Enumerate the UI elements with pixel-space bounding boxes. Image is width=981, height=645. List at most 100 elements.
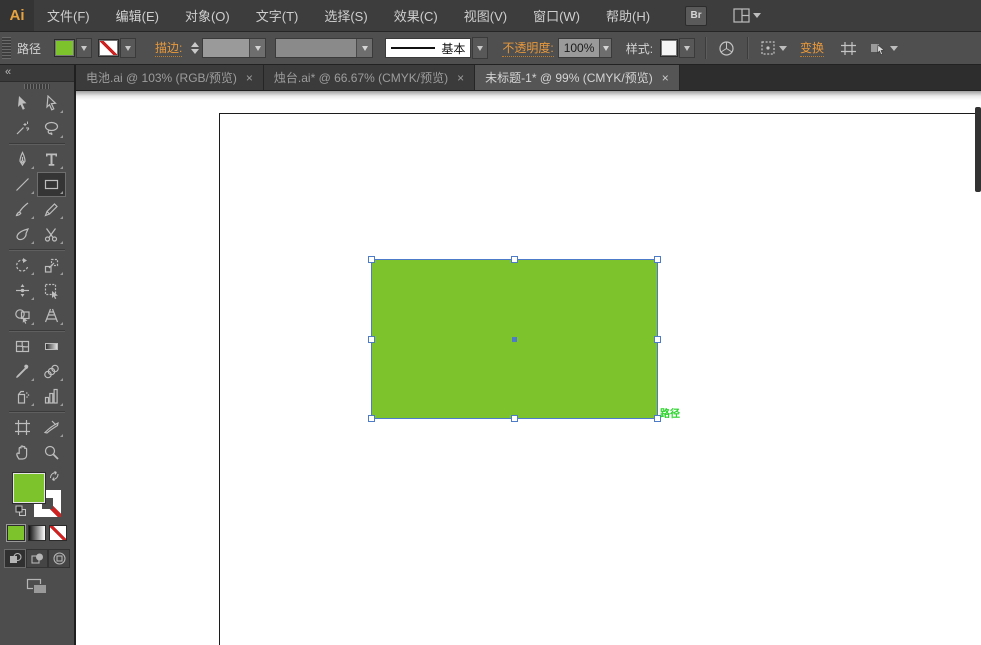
tool-blob-brush[interactable] <box>8 222 37 247</box>
fill-color-swatch[interactable] <box>54 39 75 57</box>
none-button[interactable] <box>49 525 67 541</box>
selected-rectangle[interactable] <box>372 260 657 418</box>
tool-rotate[interactable] <box>8 253 37 278</box>
fill-indicator[interactable] <box>13 473 45 503</box>
tool-blend[interactable] <box>37 359 66 384</box>
stroke-panel-link[interactable]: 描边: <box>155 39 182 57</box>
swap-fill-stroke-icon[interactable] <box>49 471 60 481</box>
bridge-button[interactable]: Br <box>685 6 707 26</box>
panel-collapse-button[interactable]: « <box>0 65 74 82</box>
selection-center-point[interactable] <box>512 337 517 342</box>
screen-mode-button[interactable] <box>0 578 74 595</box>
tool-rectangle[interactable] <box>37 172 66 197</box>
tool-scale[interactable] <box>37 253 66 278</box>
draw-behind-button[interactable] <box>26 549 48 568</box>
tool-paintbrush[interactable] <box>8 197 37 222</box>
width-profile-dropdown[interactable] <box>356 39 372 57</box>
tool-lasso[interactable] <box>37 116 66 141</box>
menu-type[interactable]: 文字(T) <box>243 0 312 31</box>
tool-shape-builder[interactable] <box>8 303 37 328</box>
stroke-weight-combo[interactable] <box>202 38 266 58</box>
tool-free-transform[interactable] <box>37 278 66 303</box>
panel-drag-grip[interactable] <box>0 82 74 91</box>
recolor-artwork-icon[interactable] <box>718 40 735 57</box>
close-icon[interactable]: × <box>246 71 253 85</box>
tool-column-graph[interactable] <box>37 384 66 409</box>
selection-handle-n[interactable] <box>511 256 518 263</box>
tool-perspective-grid[interactable] <box>37 303 66 328</box>
style-control[interactable] <box>660 38 695 58</box>
vertical-scrollbar-thumb[interactable] <box>975 107 981 192</box>
document-tab[interactable]: 电池.ai @ 103% (RGB/预览) × <box>76 65 264 90</box>
style-dropdown[interactable] <box>679 38 695 58</box>
tool-mesh[interactable] <box>8 334 37 359</box>
stepper-up-icon[interactable] <box>191 42 199 47</box>
document-tab[interactable]: 烛台.ai* @ 66.67% (CMYK/预览) × <box>264 65 475 90</box>
menu-help[interactable]: 帮助(H) <box>593 0 663 31</box>
tool-grid <box>0 91 74 465</box>
draw-inside-button[interactable] <box>48 549 70 568</box>
transform-panel-link[interactable]: 变换 <box>800 39 824 57</box>
align-options-icon[interactable] <box>760 40 787 56</box>
menu-bar: Ai 文件(F) 编辑(E) 对象(O) 文字(T) 选择(S) 效果(C) 视… <box>0 0 981 32</box>
tool-artboard[interactable] <box>8 415 37 440</box>
fill-color-control[interactable] <box>54 38 92 58</box>
tool-zoom[interactable] <box>37 440 66 465</box>
stroke-weight-stepper[interactable] <box>191 42 199 54</box>
menu-view[interactable]: 视图(V) <box>451 0 520 31</box>
selection-handle-s[interactable] <box>511 415 518 422</box>
selection-handle-nw[interactable] <box>368 256 375 263</box>
selection-handle-e[interactable] <box>654 336 661 343</box>
tool-eyedropper[interactable] <box>8 359 37 384</box>
selection-handle-w[interactable] <box>368 336 375 343</box>
tool-width[interactable] <box>8 278 37 303</box>
tool-hand[interactable] <box>8 440 37 465</box>
stroke-color-control[interactable] <box>98 38 136 58</box>
menu-edit[interactable]: 编辑(E) <box>103 0 172 31</box>
selection-handle-sw[interactable] <box>368 415 375 422</box>
tool-direct-selection[interactable] <box>37 91 66 116</box>
tool-slice[interactable] <box>37 415 66 440</box>
color-button[interactable] <box>7 525 25 541</box>
menu-window[interactable]: 窗口(W) <box>520 0 593 31</box>
canvas[interactable]: 路径 <box>76 91 981 645</box>
tool-gradient[interactable] <box>37 334 66 359</box>
tool-selection[interactable] <box>8 91 37 116</box>
tool-scissors[interactable] <box>37 222 66 247</box>
brush-definition-combo[interactable]: 基本 <box>385 38 471 58</box>
menu-effect[interactable]: 效果(C) <box>381 0 451 31</box>
close-icon[interactable]: × <box>457 71 464 85</box>
tool-symbol-sprayer[interactable] <box>8 384 37 409</box>
isolate-object-icon[interactable] <box>840 41 857 56</box>
width-profile-combo[interactable] <box>275 38 373 58</box>
menu-object[interactable]: 对象(O) <box>172 0 243 31</box>
tool-pencil[interactable] <box>37 197 66 222</box>
menu-select[interactable]: 选择(S) <box>311 0 380 31</box>
panel-grip[interactable] <box>2 37 11 59</box>
tool-magic-wand[interactable] <box>8 116 37 141</box>
tool-pen[interactable] <box>8 147 37 172</box>
brush-definition-dropdown[interactable] <box>472 37 488 59</box>
gradient-button[interactable] <box>28 525 46 541</box>
fill-stroke-indicator[interactable] <box>13 471 61 517</box>
opacity-combo[interactable]: 100% <box>558 38 612 58</box>
draw-normal-button[interactable] <box>4 549 26 568</box>
menu-file[interactable]: 文件(F) <box>34 0 103 31</box>
document-tab-active[interactable]: 未标题-1* @ 99% (CMYK/预览) × <box>475 65 680 90</box>
close-icon[interactable]: × <box>662 71 669 85</box>
stepper-down-icon[interactable] <box>191 49 199 54</box>
tool-type[interactable] <box>37 147 66 172</box>
stroke-none-swatch[interactable] <box>98 39 119 57</box>
select-similar-icon[interactable] <box>870 41 898 56</box>
stroke-weight-dropdown[interactable] <box>249 39 265 57</box>
stroke-color-dropdown[interactable] <box>120 38 136 58</box>
fill-color-dropdown[interactable] <box>76 38 92 58</box>
selection-handle-ne[interactable] <box>654 256 661 263</box>
workspace-switcher[interactable] <box>733 8 761 23</box>
opacity-panel-link[interactable]: 不透明度: <box>502 39 553 57</box>
default-fill-stroke-icon[interactable] <box>15 505 27 517</box>
chevron-down-icon <box>779 46 787 51</box>
tool-line-segment[interactable] <box>8 172 37 197</box>
opacity-dropdown[interactable] <box>599 39 610 57</box>
style-swatch[interactable] <box>660 39 678 57</box>
